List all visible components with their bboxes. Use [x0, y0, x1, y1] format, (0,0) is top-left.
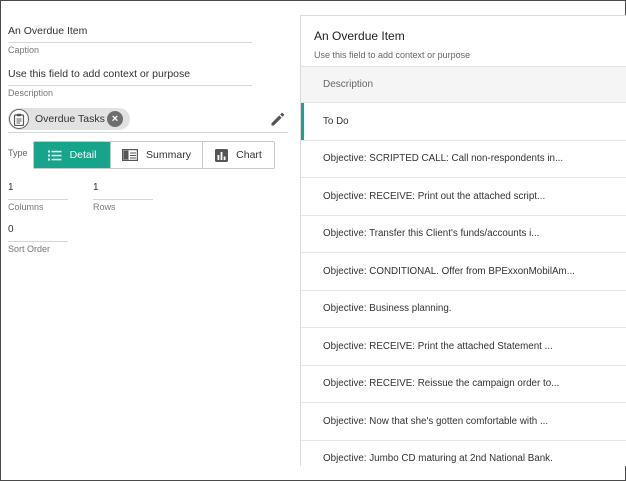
sort-order-label: Sort Order: [8, 244, 51, 254]
caption-value[interactable]: An Overdue Item: [8, 25, 252, 37]
rows-value[interactable]: 1: [93, 182, 153, 193]
query-chip-label: Overdue Tasks: [35, 113, 105, 125]
sort-order-value[interactable]: 0: [8, 224, 68, 235]
preview-header: An Overdue Item Use this field to add co…: [301, 16, 626, 66]
type-toggle-group: Detail Summary Chart: [33, 141, 275, 169]
type-detail-label: Detail: [69, 149, 97, 161]
type-chart-label: Chart: [236, 149, 262, 161]
type-chart-button[interactable]: Chart: [202, 142, 274, 168]
caption-label: Caption: [8, 45, 40, 55]
preview-title: An Overdue Item: [314, 29, 405, 43]
rows-underline: [93, 199, 153, 200]
table-row[interactable]: Objective: Now that she's gotten comfort…: [301, 403, 626, 441]
type-summary-label: Summary: [146, 149, 191, 161]
table-row[interactable]: Objective: RECEIVE: Print the attached S…: [301, 328, 626, 366]
columns-underline: [8, 199, 68, 200]
bar-chart-icon: [215, 148, 229, 162]
description-value[interactable]: Use this field to add context or purpose: [8, 68, 252, 80]
table-row[interactable]: To Do: [301, 103, 626, 141]
remove-chip-icon[interactable]: ×: [107, 111, 123, 127]
description-label: Description: [8, 88, 54, 98]
type-summary-button[interactable]: Summary: [110, 142, 202, 168]
description-underline: [8, 85, 252, 86]
caption-underline: [8, 42, 252, 43]
columns-label: Columns: [8, 202, 44, 212]
settings-panel: An Overdue Item Caption Use this field t…: [1, 1, 299, 480]
table-row[interactable]: Objective: RECEIVE: Reissue the campaign…: [301, 366, 626, 403]
preview-panel: An Overdue Item Use this field to add co…: [300, 15, 626, 466]
summary-icon: [122, 149, 139, 161]
table-row[interactable]: Objective: Business planning.: [301, 291, 626, 328]
preview-subtitle: Use this field to add context or purpose: [314, 50, 471, 60]
table-row[interactable]: Objective: Transfer this Client's funds/…: [301, 216, 626, 253]
caption-field[interactable]: An Overdue Item Caption: [8, 25, 252, 55]
table-row[interactable]: Objective: SCRIPTED CALL: Call non-respo…: [301, 141, 626, 178]
column-header-description[interactable]: Description: [301, 66, 626, 103]
type-label: Type: [8, 148, 28, 158]
table-row[interactable]: Objective: RECEIVE: Print out the attach…: [301, 178, 626, 216]
chip-underline: [8, 132, 288, 133]
list-icon: [47, 150, 62, 160]
query-chip[interactable]: Overdue Tasks ×: [8, 108, 130, 130]
window-frame: An Overdue Item Caption Use this field t…: [0, 0, 626, 481]
clipboard-icon: [9, 109, 29, 129]
table-row[interactable]: Objective: CONDITIONAL. Offer from BPExx…: [301, 253, 626, 291]
description-field[interactable]: Use this field to add context or purpose…: [8, 68, 252, 98]
rows-label: Rows: [93, 202, 116, 212]
table-row[interactable]: Objective: Jumbo CD maturing at 2nd Nati…: [301, 441, 626, 467]
rows-field[interactable]: 1 Rows: [93, 182, 153, 212]
edit-pencil-icon[interactable]: [269, 110, 287, 128]
sort-order-underline: [8, 241, 68, 242]
sort-order-field[interactable]: 0 Sort Order: [8, 224, 68, 254]
columns-field[interactable]: 1 Columns: [8, 182, 68, 212]
columns-value[interactable]: 1: [8, 182, 68, 193]
type-detail-button[interactable]: Detail: [34, 142, 110, 168]
query-chip-row: Overdue Tasks ×: [8, 108, 288, 132]
